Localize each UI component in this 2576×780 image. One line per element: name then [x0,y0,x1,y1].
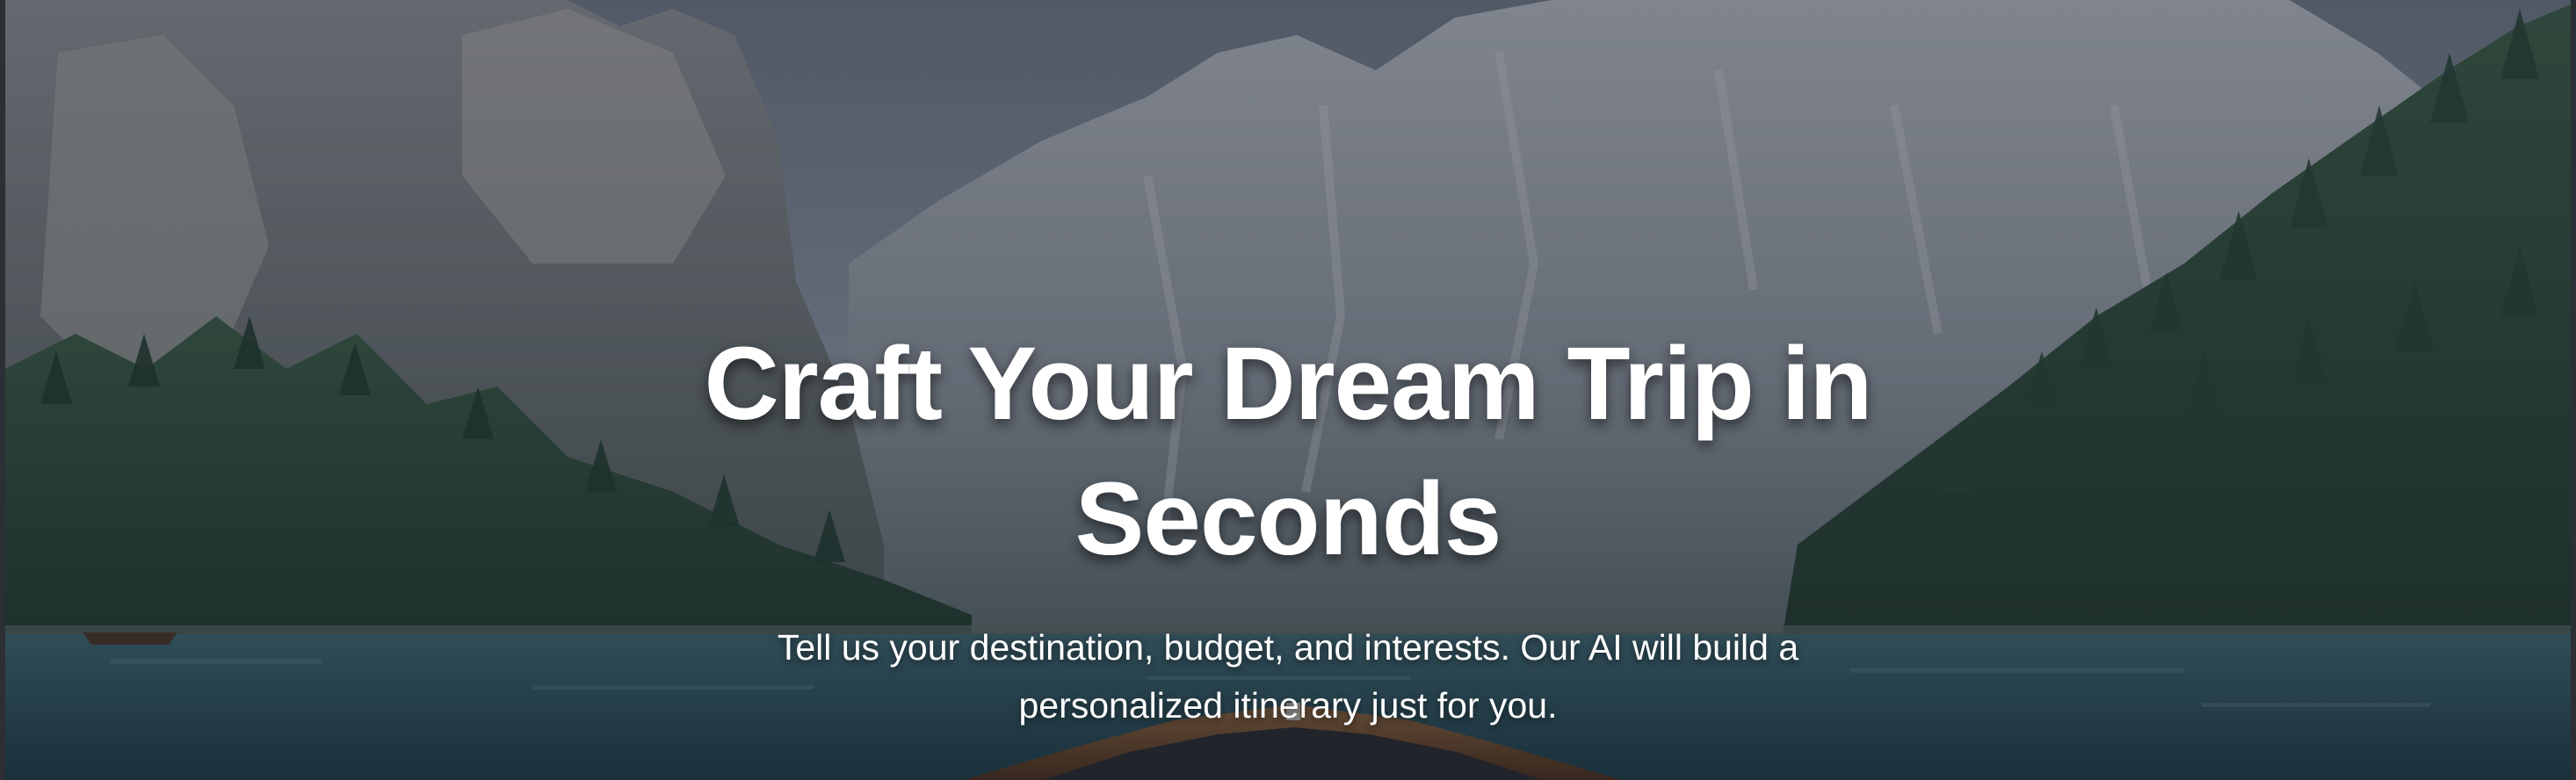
hero-title: Craft Your Dream Trip in Seconds [704,326,1873,577]
hero-section: Craft Your Dream Trip in Seconds Tell us… [0,0,2576,780]
hero-subtitle: Tell us your destination, budget, and in… [777,627,1799,726]
hero-content: Craft Your Dream Trip in Seconds Tell us… [5,316,2571,734]
